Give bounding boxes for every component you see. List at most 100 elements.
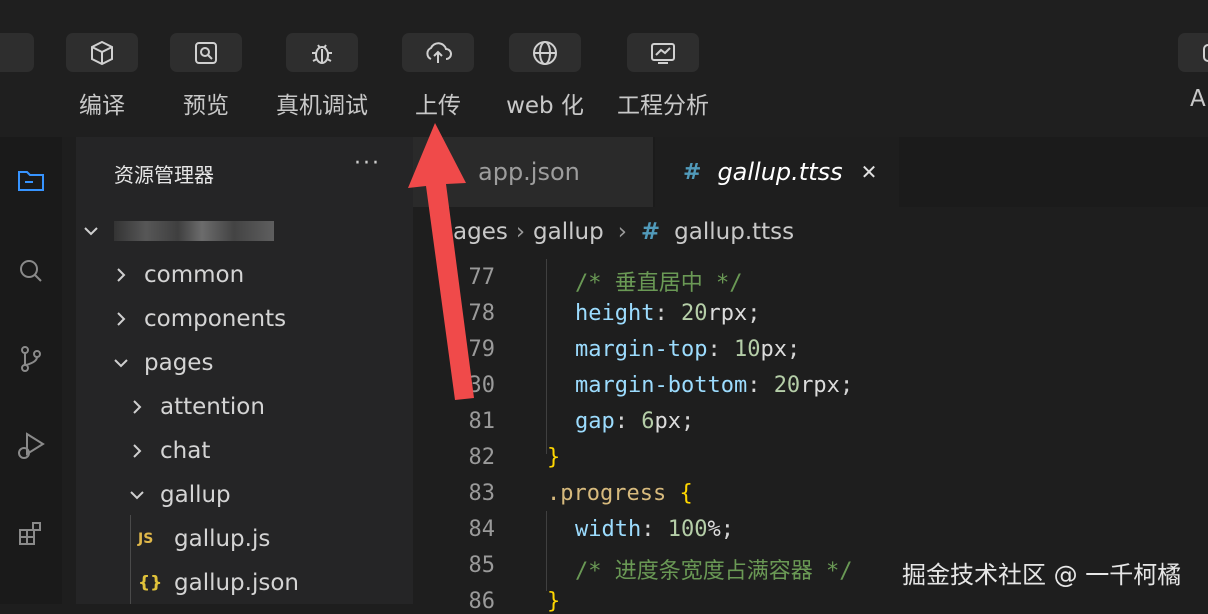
css-file-icon: # <box>640 219 661 245</box>
line-number: 82 <box>468 445 496 470</box>
code-line: height: 20rpx; <box>575 301 761 326</box>
line-number: 84 <box>468 517 496 542</box>
tree-label: gallup <box>160 482 231 508</box>
project-root[interactable] <box>84 211 274 251</box>
tree-label: attention <box>160 394 265 420</box>
code-line: /* 进度条宽度占满容器 */ <box>575 553 852 585</box>
json-file-icon: {} <box>138 573 163 593</box>
tree-file-gallup-json[interactable]: {} gallup.json <box>138 563 299 603</box>
upload-label: 上传 <box>415 93 461 119</box>
line-number: 77 <box>468 265 496 290</box>
tab-bar: app.json # gallup.ttss ✕ <box>413 137 1208 207</box>
chevron-down-icon <box>84 227 98 236</box>
web-button[interactable] <box>509 33 581 72</box>
chevron-icon <box>0 43 12 63</box>
tab-gallup-ttss[interactable]: # gallup.ttss ✕ <box>655 137 899 207</box>
code-comment: /* 进度条宽度占满容器 */ <box>575 559 853 584</box>
tree-label: components <box>144 306 287 332</box>
line-number: 86 <box>468 589 496 614</box>
tree-folder-gallup[interactable]: gallup <box>130 475 231 515</box>
redacted-project-name <box>114 221 274 241</box>
preview-label: 预览 <box>183 93 229 119</box>
tree-folder-pages[interactable]: pages <box>114 343 213 383</box>
close-icon[interactable]: ✕ <box>861 160 878 184</box>
toolbar: 编译 预览 真机调试 上传 web 化 工程分析 A <box>0 0 1208 137</box>
code-line: margin-bottom: 20rpx; <box>575 373 854 398</box>
tree-label: gallup.js <box>174 526 271 552</box>
breadcrumb: ages › gallup › # gallup.ttss <box>413 211 794 253</box>
tree-folder-components[interactable]: components <box>114 299 286 339</box>
preview-button[interactable] <box>170 33 242 72</box>
tree-label: gallup.json <box>174 570 299 596</box>
ai-label: AI <box>1190 86 1208 112</box>
tree-label: chat <box>160 438 211 464</box>
explorer-icon[interactable] <box>14 164 48 198</box>
partial-toolbar-button[interactable] <box>0 33 34 72</box>
extensions-icon[interactable] <box>14 517 48 551</box>
code-line: } <box>547 445 561 470</box>
watermark: 掘金技术社区 @ 一千柯橘 <box>902 561 1182 589</box>
css-file-icon: # <box>683 159 702 185</box>
breadcrumb-separator-icon: › <box>617 219 627 245</box>
tree-label: pages <box>144 350 214 376</box>
code-area[interactable]: 77 /* 垂直居中 */ 78 height: 20rpx; 79 margi… <box>413 259 1208 614</box>
tree-folder-attention[interactable]: attention <box>130 387 265 427</box>
tab-label: app.json <box>478 158 580 186</box>
cloud-upload-icon <box>426 41 452 63</box>
code-line: width: 100%; <box>575 517 734 542</box>
code-comment: /* 垂直居中 */ <box>575 271 743 296</box>
breadcrumb-item[interactable]: ages <box>453 219 508 245</box>
tree-folder-common[interactable]: common <box>114 255 244 295</box>
device-debug-button[interactable] <box>286 33 358 72</box>
indent-guide <box>546 511 547 591</box>
source-control-icon[interactable] <box>14 342 48 376</box>
code-line: /* 垂直居中 */ <box>575 265 742 297</box>
activity-bar <box>0 137 62 604</box>
indent-guide <box>546 259 547 454</box>
explorer-title: 资源管理器 <box>114 163 214 187</box>
chevron-down-icon <box>130 491 144 500</box>
run-debug-icon[interactable] <box>14 429 48 463</box>
tab-label: gallup.ttss <box>717 158 843 186</box>
chevron-right-icon <box>117 312 126 326</box>
line-number: 78 <box>468 301 496 326</box>
breadcrumb-item[interactable]: gallup <box>533 219 604 245</box>
tree-file-gallup-js[interactable]: JS gallup.js <box>138 519 270 559</box>
cube-icon <box>91 40 113 65</box>
compile-label: 编译 <box>79 93 125 119</box>
compile-button[interactable] <box>66 33 138 72</box>
line-number: 79 <box>468 337 496 362</box>
chevron-right-icon <box>117 268 126 282</box>
breadcrumb-item[interactable]: gallup.ttss <box>674 219 794 245</box>
line-number: 30 <box>468 373 496 398</box>
device-debug-label: 真机调试 <box>276 93 368 119</box>
upload-button[interactable] <box>402 33 474 72</box>
web-label: web 化 <box>506 93 584 119</box>
code-line: gap: 6px; <box>575 409 695 434</box>
globe-icon <box>533 40 557 65</box>
more-actions-button[interactable]: ··· <box>354 151 381 176</box>
js-file-icon: JS <box>138 531 154 547</box>
code-line: } <box>547 589 561 614</box>
line-number: 83 <box>468 481 496 506</box>
analysis-button[interactable] <box>627 33 699 72</box>
analysis-label: 工程分析 <box>617 93 709 119</box>
code-line: margin-top: 10px; <box>575 337 801 362</box>
chevron-right-icon <box>133 444 142 458</box>
line-number: 81 <box>468 409 496 434</box>
analysis-icon <box>651 42 675 64</box>
chevron-right-icon <box>133 400 142 414</box>
editor: app.json # gallup.ttss ✕ ages › gallup ›… <box>413 137 1208 614</box>
tree-indent-guide <box>130 515 131 604</box>
ai-icon <box>1203 43 1208 62</box>
search-icon[interactable] <box>14 254 48 288</box>
tree-folder-chat[interactable]: chat <box>130 431 210 471</box>
ai-button[interactable] <box>1178 33 1208 72</box>
tree-label: common <box>144 262 245 288</box>
line-number: 85 <box>468 553 496 578</box>
bug-icon <box>312 43 332 64</box>
preview-icon <box>195 41 217 64</box>
tab-app-json[interactable]: app.json <box>413 137 653 207</box>
code-line: .progress { <box>547 481 693 506</box>
breadcrumb-separator-icon: › <box>515 219 526 245</box>
